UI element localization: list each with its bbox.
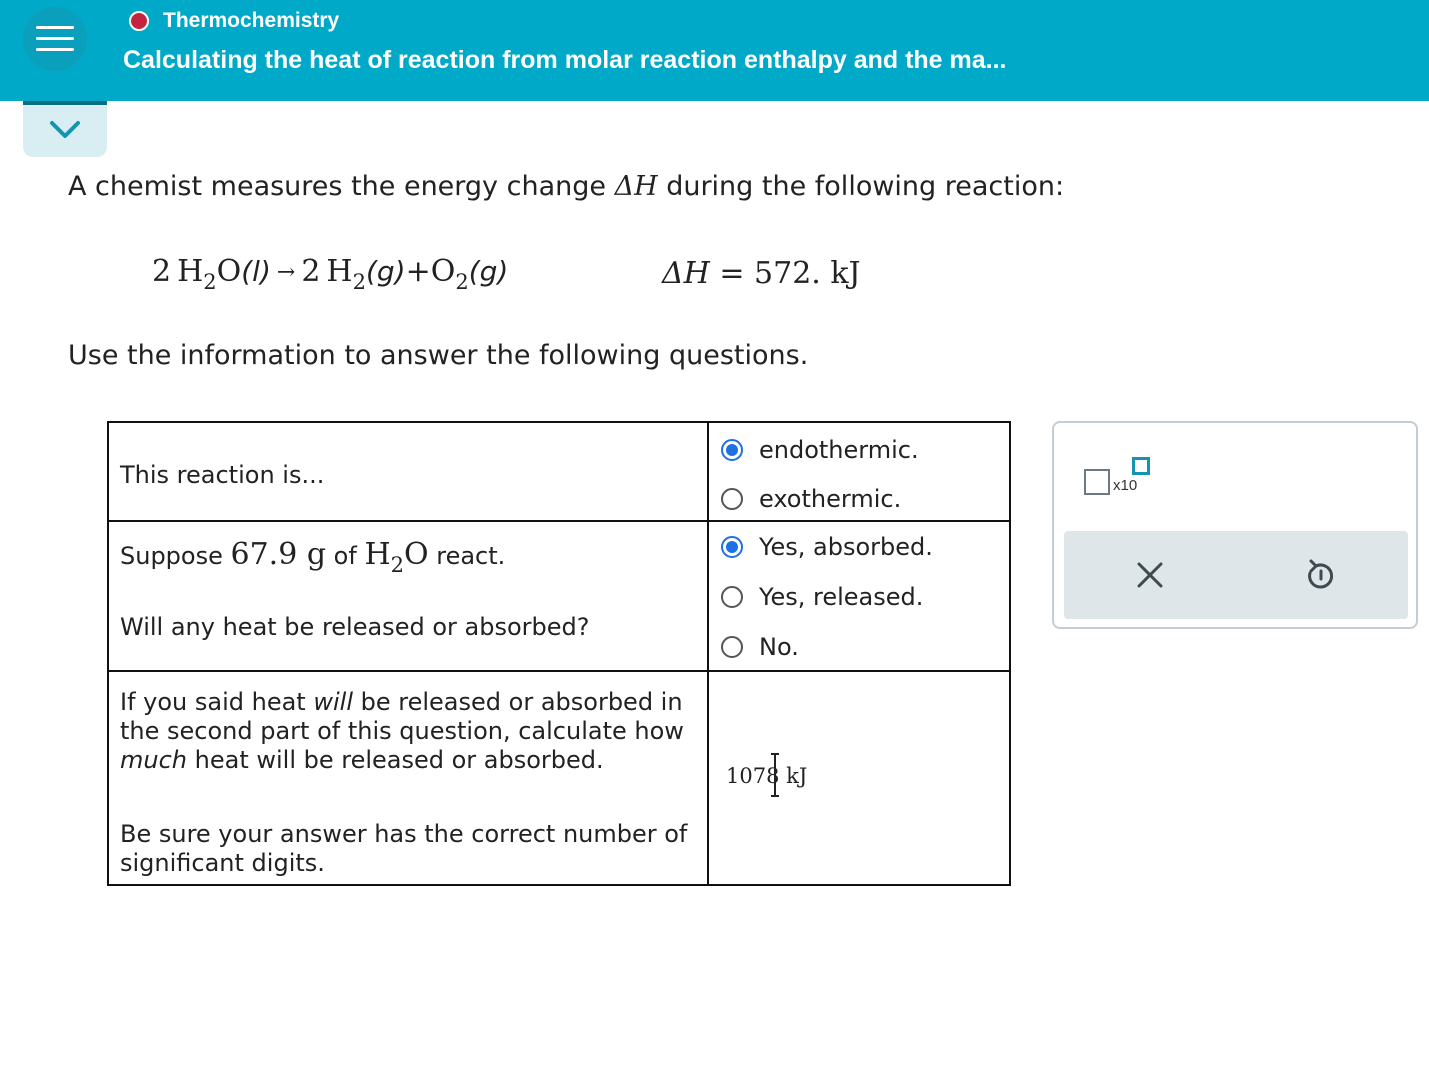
q1-prompt-cell: This reaction is... <box>107 421 709 522</box>
menu-button[interactable] <box>23 7 87 71</box>
scientific-notation-button[interactable]: x10 <box>1084 455 1164 505</box>
radio-option-yes-released[interactable]: Yes, released. <box>721 582 923 612</box>
radio-option-no[interactable]: No. <box>721 632 799 662</box>
q1-text: This reaction is... <box>120 461 325 489</box>
radio-unselected-icon <box>721 636 743 658</box>
q3-answer-cell: 1078 kJ <box>707 670 1011 886</box>
q3-line-1: If you said heat will be released or abs… <box>120 688 683 716</box>
q2-question-text: Will any heat be released or absorbed? <box>120 613 590 641</box>
q3-line-2: the second part of this question, calcul… <box>120 717 684 745</box>
reaction-arrow: → <box>276 260 296 285</box>
header-bar: Thermochemistry Calculating the heat of … <box>0 0 1429 101</box>
radio-unselected-icon <box>721 586 743 608</box>
radio-unselected-icon <box>721 488 743 510</box>
q2-suppose-text: Suppose 67.9 g of H2O react. <box>120 537 506 577</box>
page-title: Calculating the heat of reaction from mo… <box>123 46 1007 74</box>
heat-answer-field[interactable]: 1078 kJ <box>726 753 808 797</box>
topic-label: Thermochemistry <box>163 9 340 32</box>
q3-prompt-cell: If you said heat will be released or abs… <box>107 670 709 886</box>
clear-button[interactable] <box>1134 559 1166 591</box>
enthalpy-value: ΔH = 572. kJ <box>662 256 861 291</box>
undo-icon <box>1308 559 1334 589</box>
prompt-intro: A chemist measures the energy change ΔH … <box>68 171 1065 202</box>
chevron-down-icon <box>50 121 80 138</box>
q3-note-1: Be sure your answer has the correct numb… <box>120 820 688 848</box>
topic-status-dot <box>129 11 149 31</box>
text-cursor-icon <box>771 753 779 797</box>
radio-option-yes-absorbed[interactable]: Yes, absorbed. <box>721 532 933 562</box>
question-table: This reaction is... endothermic. exother… <box>107 421 1011 886</box>
prompt-instructions: Use the information to answer the follow… <box>68 340 809 371</box>
expand-toggle-button[interactable] <box>23 101 107 157</box>
delta-h-symbol: ΔH <box>614 171 658 202</box>
radio-selected-icon <box>721 536 743 558</box>
q2-prompt-cell: Suppose 67.9 g of H2O react. Will any he… <box>107 520 709 672</box>
answer-unit: kJ <box>786 764 808 788</box>
base-box-icon <box>1084 469 1110 495</box>
q2-options-cell: Yes, absorbed. Yes, released. No. <box>707 520 1011 672</box>
close-icon <box>1137 562 1163 588</box>
reaction-equation: 2 H2O(l) → 2 H2(g)+O2(g) <box>152 254 509 294</box>
radio-option-exothermic[interactable]: exothermic. <box>721 484 901 514</box>
radio-selected-icon <box>721 439 743 461</box>
tool-action-bar <box>1064 531 1408 619</box>
q1-options-cell: endothermic. exothermic. <box>707 421 1011 522</box>
hamburger-icon <box>36 26 74 29</box>
q3-line-3: much heat will be released or absorbed. <box>120 746 604 774</box>
radio-option-endothermic[interactable]: endothermic. <box>721 435 919 465</box>
q3-note-2: significant digits. <box>120 849 325 877</box>
answer-tools-panel: x10 <box>1052 421 1418 629</box>
exponent-box-icon <box>1132 457 1150 475</box>
undo-button[interactable] <box>1304 559 1336 591</box>
